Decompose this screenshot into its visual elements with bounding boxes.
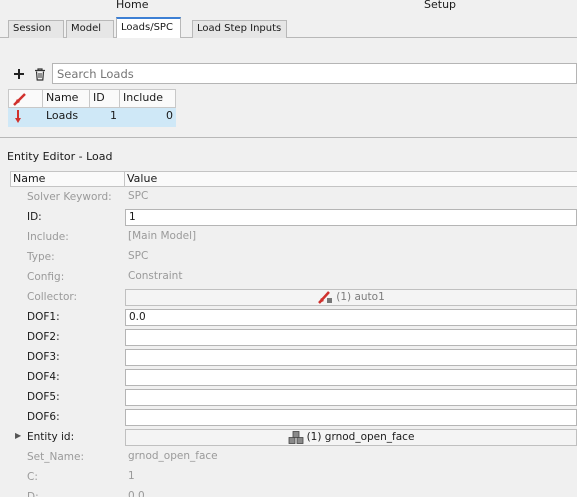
loads-table: Name ID Include Loads 1 0	[8, 89, 176, 127]
tab-session[interactable]: Session	[8, 20, 64, 38]
tab-label: Load Step Inputs	[197, 23, 282, 34]
tab-loads-spc[interactable]: Loads/SPC	[116, 17, 181, 39]
field-label: Set_Name:	[27, 451, 85, 463]
id-field[interactable]: 1	[125, 208, 577, 226]
solver-keyword-value: SPC	[128, 189, 149, 202]
row-entity-id: ▶ Entity id: (1) grnod_open_face	[10, 427, 577, 447]
column-header-id[interactable]: ID	[90, 89, 120, 108]
collector-selector[interactable]: (1) auto1	[125, 288, 577, 306]
field-label: DOF6:	[27, 411, 60, 423]
ribbon-tab-home[interactable]: Home	[116, 0, 148, 11]
row-dof4: DOF4:	[10, 367, 577, 387]
dof3-field[interactable]	[125, 348, 577, 366]
set-name-value: grnod_open_face	[128, 449, 218, 462]
dof4-field[interactable]	[125, 368, 577, 386]
entity-editor-title: Entity Editor - Load	[7, 150, 113, 163]
row-config: Config: Constraint	[10, 267, 577, 287]
cell-id: 1	[90, 108, 120, 127]
row-dof6: DOF6:	[10, 407, 577, 427]
expand-arrow-icon[interactable]: ▶	[15, 431, 21, 440]
field-label: Solver Keyword:	[27, 191, 112, 203]
entity-editor-grid: Name Value Solver Keyword: SPC ID: 1 Inc…	[10, 171, 577, 497]
field-label: DOF5:	[27, 391, 60, 403]
d-value: 0.0	[128, 489, 145, 497]
column-header-name[interactable]: Name	[10, 172, 125, 186]
row-dof2: DOF2:	[10, 327, 577, 347]
field-label: Config:	[27, 271, 65, 283]
tab-label: Model	[71, 23, 102, 34]
load-row-icon	[8, 108, 43, 127]
dof6-field[interactable]	[125, 408, 577, 426]
tab-label: Loads/SPC	[121, 22, 173, 33]
entity-id-selector[interactable]: (1) grnod_open_face	[125, 428, 577, 446]
field-label: ID:	[27, 211, 42, 223]
tab-load-step-inputs[interactable]: Load Step Inputs	[192, 20, 287, 38]
field-label: C:	[27, 471, 38, 483]
entity-id-value: (1) grnod_open_face	[306, 431, 415, 443]
field-label: Entity id:	[27, 431, 75, 443]
row-dof5: DOF5:	[10, 387, 577, 407]
field-label: DOF3:	[27, 351, 60, 363]
row-include: Include: [Main Model]	[10, 227, 577, 247]
load-collector-icon	[318, 291, 333, 304]
table-row[interactable]: Loads 1 0	[8, 108, 176, 127]
row-set-name: Set_Name: grnod_open_face	[10, 447, 577, 467]
field-label: DOF2:	[27, 331, 60, 343]
cell-name: Loads	[43, 108, 90, 127]
column-header-include[interactable]: Include	[120, 89, 176, 108]
add-icon[interactable]	[11, 66, 27, 82]
type-value: SPC	[128, 249, 149, 262]
search-input[interactable]	[52, 63, 577, 84]
column-icon-header[interactable]	[8, 89, 43, 108]
load-column-icon	[13, 93, 26, 106]
tab-model[interactable]: Model	[66, 20, 114, 38]
c-value: 1	[128, 469, 135, 482]
row-collector: Collector: (1) auto1	[10, 287, 577, 307]
field-label: D:	[27, 491, 39, 497]
ribbon-tab-setup[interactable]: Setup	[424, 0, 456, 11]
trash-icon[interactable]	[32, 66, 48, 82]
table-header: Name ID Include	[8, 89, 176, 108]
tab-label: Session	[13, 23, 52, 34]
dof5-field[interactable]	[125, 388, 577, 406]
column-header-value[interactable]: Value	[125, 172, 577, 186]
row-solver-keyword: Solver Keyword: SPC	[10, 187, 577, 207]
row-dof3: DOF3:	[10, 347, 577, 367]
column-header-name[interactable]: Name	[43, 89, 90, 108]
collector-value: (1) auto1	[336, 291, 385, 303]
dof2-field[interactable]	[125, 328, 577, 346]
cell-include: 0	[120, 108, 176, 127]
dof1-field[interactable]: 0.0	[125, 308, 577, 326]
row-id: ID: 1	[10, 207, 577, 227]
include-value: [Main Model]	[128, 229, 197, 242]
grid-header: Name Value	[10, 171, 577, 187]
row-c: C: 1	[10, 467, 577, 487]
browser-tabs: Session Model Loads/SPC Load Step Inputs	[0, 16, 577, 39]
field-label: DOF1:	[27, 311, 60, 323]
row-type: Type: SPC	[10, 247, 577, 267]
field-label: Type:	[27, 251, 55, 263]
node-set-icon	[288, 430, 303, 444]
config-value: Constraint	[128, 269, 183, 282]
ribbon-bar: Home Setup	[0, 0, 577, 16]
field-label: DOF4:	[27, 371, 60, 383]
field-label: Include:	[27, 231, 69, 243]
row-dof1: DOF1: 0.0	[10, 307, 577, 327]
row-d: D: 0.0	[10, 487, 577, 497]
field-label: Collector:	[27, 291, 78, 303]
